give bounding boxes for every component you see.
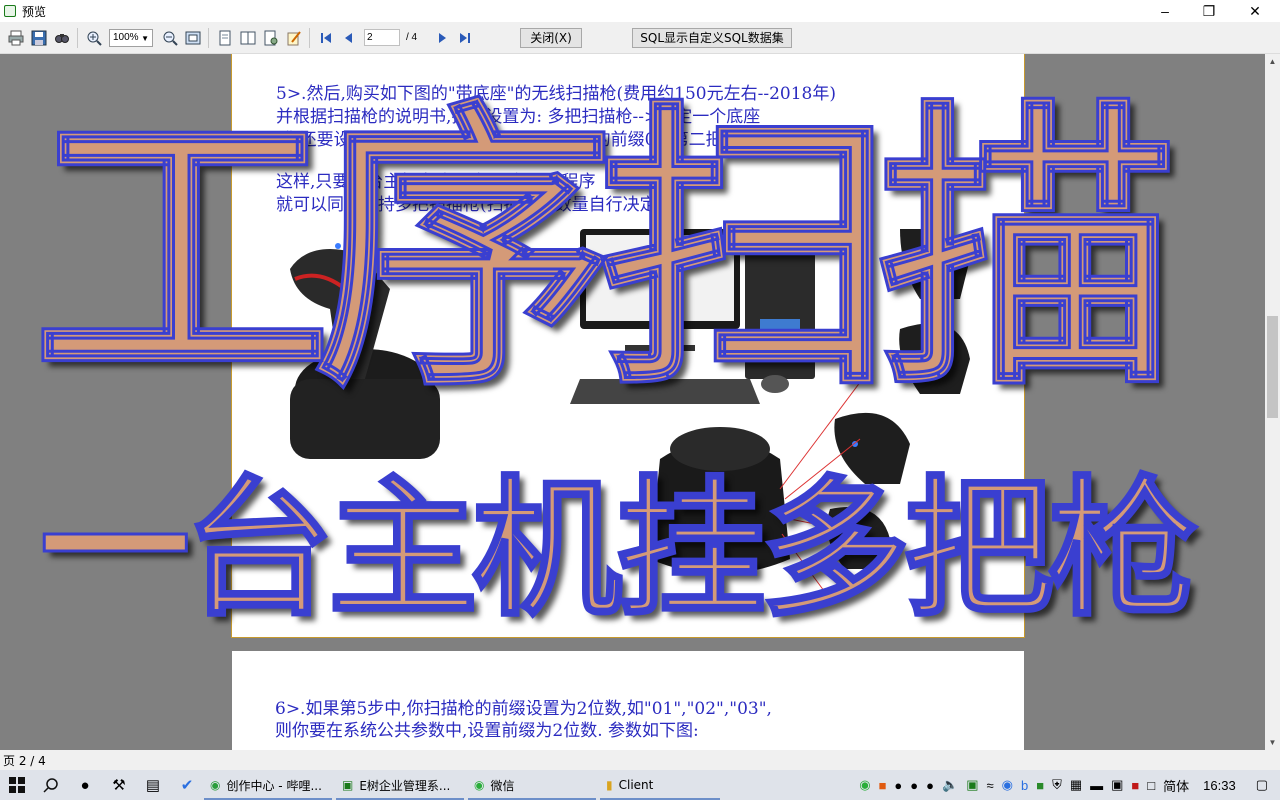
next-page-icon[interactable] [431, 27, 453, 49]
page-number-value: 2 [367, 32, 373, 43]
last-page-icon[interactable] [454, 27, 476, 49]
single-page-icon[interactable] [214, 27, 236, 49]
doc-line: (你还要设置扫描枪的前缀, 如: 第一把设置的前缀01,第二把02....) [276, 130, 773, 150]
page-status: 页 2 / 4 [3, 753, 46, 768]
prev-page-icon[interactable] [338, 27, 360, 49]
doc-line: 这样,只要一台主机电脑,运行一个ERP程序 [276, 172, 596, 192]
erp-icon: ▣ [342, 778, 354, 792]
first-page-icon[interactable] [315, 27, 337, 49]
doc-line: 5>.然后,购买如下图的"带底座"的无线扫描枪(费用约150元左右--2018年… [276, 84, 836, 104]
taskbar-app-client[interactable]: ▮ Client [600, 770, 720, 800]
taskbar-app-label: E树企业管理系... [359, 778, 451, 793]
mcafee-icon[interactable]: ■ [1131, 778, 1139, 793]
toolbar-separator [208, 27, 209, 48]
doc-line: 就可以同时支持多把扫描枪(扫描枪的数量自行决定) [276, 195, 664, 215]
zoom-out-icon[interactable] [159, 27, 181, 49]
nvidia-icon[interactable]: ■ [1036, 778, 1044, 793]
taskbar-app-label: 创作中心 - 哔哩... [226, 778, 322, 793]
scanner-product-image [290, 229, 970, 600]
bing-icon[interactable]: b [1021, 778, 1028, 793]
toolbar-separator [77, 27, 78, 48]
app-tray-icon[interactable]: ■ [879, 778, 887, 793]
qq-tray-icon[interactable]: ● [910, 778, 918, 793]
vertical-scrollbar[interactable]: ▲ ▼ [1265, 54, 1280, 750]
qq-tray-icon[interactable]: ● [926, 778, 934, 793]
scroll-up-icon[interactable]: ▲ [1265, 54, 1280, 69]
system-tray: ◉ ■ ● ● ● 🔈 ▣ ≈ ◉ b ■ ⛨ ▦ ▬ ▣ ■ □ 简体 16:… [855, 770, 1280, 800]
network-icon[interactable]: ▦ [1070, 777, 1082, 793]
chevron-down-icon: ▼ [141, 33, 149, 43]
taskbar-app-label: 微信 [490, 778, 515, 793]
two-page-icon[interactable] [237, 27, 259, 49]
scroll-down-icon[interactable]: ▼ [1265, 735, 1280, 750]
close-preview-button[interactable]: 关闭(X) [520, 27, 582, 48]
browser-icon: ◉ [210, 778, 221, 792]
ime-indicator[interactable]: 简体 [1163, 776, 1189, 795]
app-icon [4, 5, 16, 17]
taskbar: ● ⚒ ▤ ✔ ◉ 创作中心 - 哔哩... ▣ E树企业管理系... ◉ 微信… [0, 770, 1280, 800]
tool-icon[interactable]: ⚒ [102, 770, 136, 800]
title-bar: 预览 – ❐ ✕ [0, 0, 1280, 22]
document-page: 5>.然后,购买如下图的"带底座"的无线扫描枪(费用约150元左右--2018年… [231, 54, 1025, 638]
page-number-input[interactable]: 2 [364, 29, 400, 46]
wifi-icon[interactable]: ≈ [986, 778, 993, 793]
page-total: / 4 [406, 32, 418, 43]
taskbar-app-wechat[interactable]: ◉ 微信 [468, 770, 596, 800]
find-icon[interactable] [51, 27, 73, 49]
client-icon: ▮ [606, 778, 613, 792]
zoom-value: 100% [113, 32, 139, 43]
wechat-icon: ◉ [474, 778, 485, 792]
toolbar-separator [309, 27, 310, 48]
preview-area[interactable]: 5>.然后,购买如下图的"带底座"的无线扫描枪(费用约150元左右--2018年… [0, 54, 1265, 750]
volume-icon[interactable]: 🔈 [942, 777, 958, 793]
page-settings-icon[interactable] [260, 27, 282, 49]
erp-tray-icon[interactable]: ▣ [966, 777, 978, 793]
zoom-select[interactable]: 100% ▼ [109, 28, 153, 47]
feishu-icon[interactable]: ✔ [170, 770, 204, 800]
qq-tray-icon[interactable]: ● [894, 778, 902, 793]
battery-icon[interactable]: ▬ [1090, 778, 1103, 793]
browser-tray-icon[interactable]: ◉ [1002, 777, 1013, 793]
edit-icon[interactable] [283, 27, 305, 49]
close-window-button[interactable]: ✕ [1232, 0, 1278, 22]
qq-icon[interactable]: ● [68, 770, 102, 800]
print-icon[interactable] [5, 27, 27, 49]
shield-icon[interactable]: ⛨ [1052, 777, 1062, 793]
windows-start-icon[interactable] [0, 770, 34, 800]
sql-dataset-button[interactable]: SQL显示自定义SQL数据集 [632, 27, 792, 48]
clock[interactable]: 16:33 [1203, 778, 1236, 793]
zoom-in-icon[interactable] [83, 27, 105, 49]
disk-icon[interactable]: ▣ [1111, 777, 1123, 793]
status-bar: 页 2 / 4 [0, 750, 1280, 770]
taskbar-app-label: Client [618, 778, 654, 792]
taskbar-app-browser[interactable]: ◉ 创作中心 - 哔哩... [204, 770, 332, 800]
doc-line: 则你要在系统公共参数中,设置前缀为2位数. 参数如下图: [275, 721, 699, 741]
notification-icon[interactable]: ▢ [1256, 777, 1268, 793]
save-icon[interactable] [28, 27, 50, 49]
restore-button[interactable]: ❐ [1186, 0, 1232, 22]
fit-page-icon[interactable] [182, 27, 204, 49]
wechat-tray-icon[interactable]: ◉ [859, 777, 870, 793]
taskbar-app-erp[interactable]: ▣ E树企业管理系... [336, 770, 464, 800]
minimize-button[interactable]: – [1142, 0, 1188, 22]
doc-line: 并根据扫描枪的说明书,把它设置为: 多把扫描枪-->绑定一个底座 [276, 107, 761, 127]
scroll-thumb[interactable] [1267, 316, 1278, 418]
window-title: 预览 [22, 4, 47, 19]
document-page: 6>.如果第5步中,你扫描枪的前缀设置为2位数,如"01","02","03",… [232, 651, 1024, 750]
folder-icon[interactable]: ▤ [136, 770, 170, 800]
clipboard-icon[interactable]: □ [1147, 778, 1155, 793]
toolbar: 100% ▼ 2 / 4 关闭(X) SQL显示自定义SQL数据集 [0, 22, 1280, 54]
search-icon[interactable] [34, 770, 68, 800]
